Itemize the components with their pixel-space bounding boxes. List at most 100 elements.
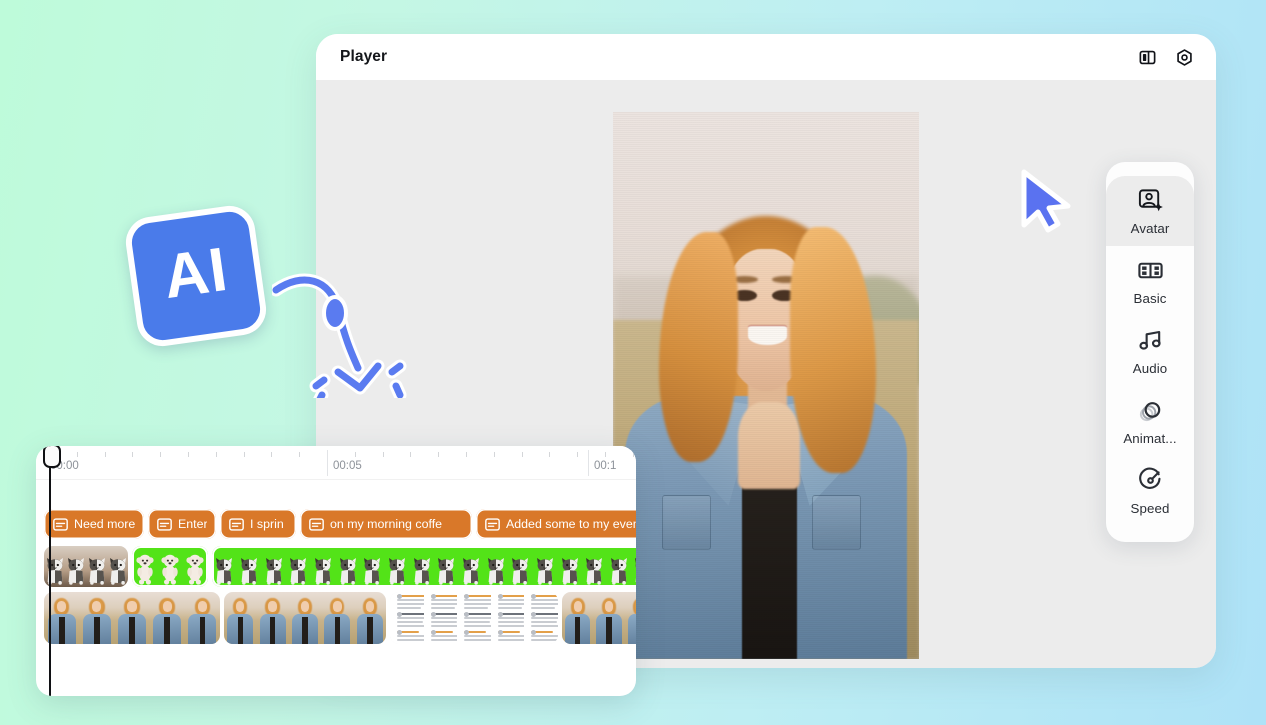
timeline-tracks: Need more s Enter I sprin on my morning cof…: [36, 480, 636, 696]
video-frame-thumb: [524, 592, 558, 644]
track-text: Need more s Enter I sprin on my morning cof…: [44, 509, 636, 539]
ruler-tick: [354, 452, 356, 457]
sticker-frame: [212, 546, 237, 587]
text-clip[interactable]: Enter: [148, 509, 216, 539]
cat-sticker-icon: [462, 558, 479, 585]
video-scene: [613, 112, 919, 659]
video-frame-thumb: [321, 592, 354, 644]
tool-rail-item-animation[interactable]: Animat...: [1106, 386, 1194, 456]
ruler-tick: [243, 452, 245, 457]
cat-sticker-icon: [88, 558, 105, 585]
playhead[interactable]: [43, 446, 61, 696]
text-clip[interactable]: I sprin: [220, 509, 296, 539]
caption-icon: [53, 517, 68, 531]
caption-icon: [157, 517, 172, 531]
cat-sticker-icon: [610, 558, 627, 585]
sticker-frame: [44, 546, 65, 587]
ruler-tick: [76, 452, 78, 457]
speedometer-icon: [1138, 467, 1161, 489]
video-clip[interactable]: [390, 592, 558, 644]
sticker-frame: [607, 546, 632, 587]
ruler-tick: [605, 452, 606, 457]
animation-circles-icon: [1139, 402, 1160, 422]
ruler-major-tick: [327, 450, 328, 476]
ai-badge: AI: [122, 202, 270, 350]
dog-sticker-icon: [136, 554, 154, 585]
tool-rail: Avatar Basic Audio Animat... Speed: [1106, 162, 1194, 542]
cat-sticker-icon: [388, 558, 405, 585]
tool-rail-label-animation: Animat...: [1123, 431, 1177, 446]
cat-sticker-icon: [109, 558, 126, 585]
sticker-frame: [508, 546, 533, 587]
sticker-frame: [360, 546, 385, 587]
ruler-tick: [549, 452, 551, 457]
sticker-frame: [434, 546, 459, 587]
sticker-frame: [335, 546, 360, 587]
sticker-frame: [157, 546, 182, 587]
sticker-frame: [86, 546, 107, 587]
settings-gear-icon[interactable]: [1175, 48, 1194, 67]
split-panel-icon[interactable]: [1138, 48, 1157, 67]
ai-badge-label: AI: [159, 234, 233, 313]
dog-sticker-icon: [186, 554, 204, 585]
caption-icon: [485, 517, 500, 531]
sticker-frame: [631, 546, 636, 587]
ruler-tick: [215, 452, 217, 457]
text-clip-label: I sprin: [250, 517, 284, 531]
sticker-frame: [237, 546, 262, 587]
sticker-clip[interactable]: [212, 546, 636, 587]
tool-rail-label-avatar: Avatar: [1130, 221, 1170, 236]
video-clip[interactable]: [224, 592, 386, 644]
curved-arrow-icon: [272, 273, 407, 398]
sticker-frame: [311, 546, 336, 587]
video-frame-thumb: [490, 592, 525, 644]
tool-rail-item-audio[interactable]: Audio: [1106, 316, 1194, 386]
caption-icon: [229, 517, 244, 531]
track-video: [44, 592, 636, 644]
text-clip-label: on my morning coffe: [330, 517, 443, 531]
text-clip-label: Enter: [178, 517, 207, 531]
ruler-tick: [493, 452, 495, 457]
video-frame-thumb: [562, 592, 594, 644]
caption-icon: [309, 517, 324, 531]
cat-sticker-icon: [561, 558, 578, 585]
video-frame-thumb: [423, 592, 458, 644]
text-clip[interactable]: Added some to my evening: [476, 509, 636, 539]
cat-sticker-icon: [67, 558, 84, 585]
dog-sticker-icon: [161, 554, 179, 585]
video-preview[interactable]: [613, 112, 919, 659]
ruler-tick: [271, 452, 273, 457]
tool-rail-item-basic[interactable]: Basic: [1106, 246, 1194, 316]
sticker-frame: [557, 546, 582, 587]
cat-sticker-icon: [536, 558, 553, 585]
film-strip-icon: [1137, 262, 1163, 279]
ruler-tick: [521, 452, 523, 457]
video-frame-thumb: [114, 592, 150, 644]
video-frame-thumb: [624, 592, 636, 644]
cat-sticker-icon: [46, 558, 63, 585]
text-clip[interactable]: Need more s: [44, 509, 144, 539]
cat-sticker-icon: [240, 558, 257, 585]
text-clip[interactable]: on my morning coffe: [300, 509, 472, 539]
sticker-frame: [286, 546, 311, 587]
sticker-frame: [459, 546, 484, 587]
tool-rail-item-speed[interactable]: Speed: [1106, 456, 1194, 526]
video-clip[interactable]: [562, 592, 636, 644]
ruler-tick: [299, 452, 301, 457]
sticker-clip[interactable]: [132, 546, 208, 587]
sticker-frame: [483, 546, 508, 587]
video-clip[interactable]: [44, 592, 220, 644]
timeline-panel: 00:0000:0500:1 Need more s Enter I sprin on…: [36, 446, 636, 696]
video-frame-thumb: [593, 592, 625, 644]
scene-grain: [613, 112, 919, 659]
video-frame-thumb: [353, 592, 386, 644]
timeline-ruler[interactable]: 00:00 00:05 00:1: [36, 446, 636, 480]
cat-sticker-icon: [635, 558, 636, 562]
music-note-icon: [1138, 330, 1161, 350]
cat-sticker-icon: [364, 558, 381, 585]
tool-rail-label-speed: Speed: [1130, 501, 1170, 516]
tool-rail-item-avatar[interactable]: Avatar: [1106, 176, 1194, 246]
sticker-clip[interactable]: [44, 546, 128, 587]
video-frame-thumb: [224, 592, 257, 644]
ruler-tick: [382, 452, 384, 457]
